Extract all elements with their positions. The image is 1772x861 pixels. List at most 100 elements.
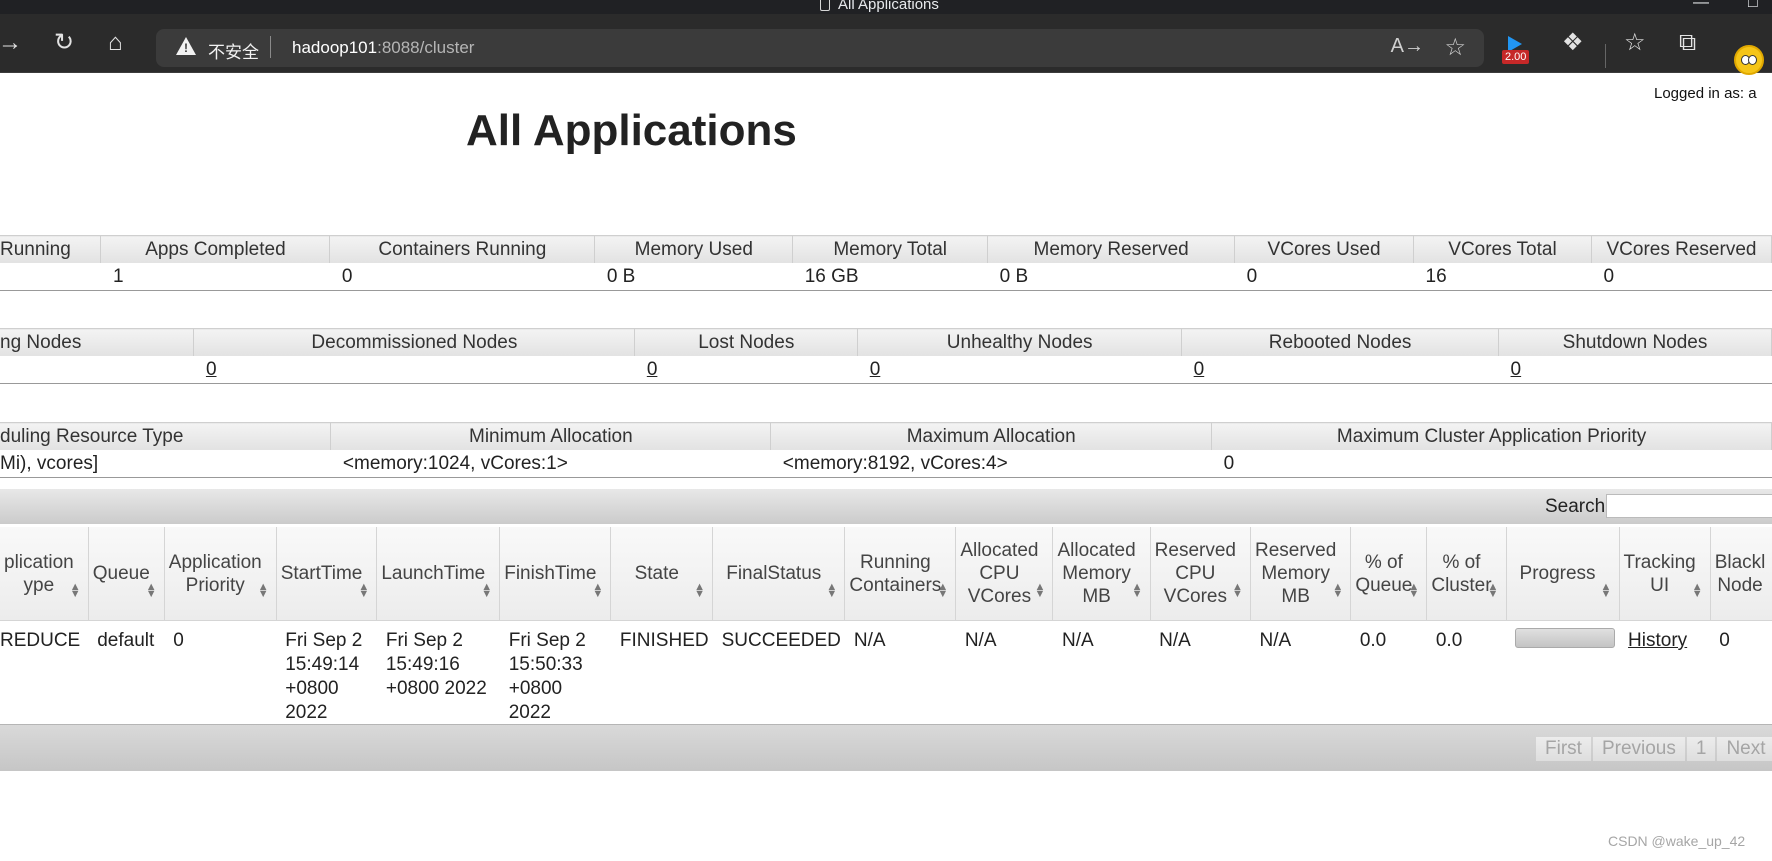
read-aloud-icon[interactable]: A→ [1391, 35, 1424, 58]
node-link-unhealthy[interactable]: 0 [857, 356, 1182, 384]
history-link[interactable]: History [1628, 630, 1687, 651]
node-link-lost[interactable]: 0 [634, 356, 858, 384]
pager-previous-button[interactable]: Previous [1592, 737, 1685, 761]
security-label[interactable]: 不安全 [208, 38, 259, 63]
node-metrics-table: ng Nodes Decommissioned Nodes Lost Nodes… [0, 328, 1772, 384]
pager-first-button[interactable]: First [1536, 737, 1591, 761]
add-favorite-icon[interactable]: ☆ [1444, 33, 1466, 62]
cell-application-type: REDUCE [0, 630, 81, 651]
scheduler-value-resource-type: Mi), vcores] [0, 450, 331, 478]
extensions-puzzle-icon[interactable]: ❖ [1562, 29, 1584, 57]
col-start-time[interactable]: StartTime [276, 527, 378, 621]
metric-value-vcores-used: 0 [1234, 263, 1414, 291]
cell-start-time: Fri Sep 2 15:49:14 +0800 2022 [285, 630, 363, 723]
minimize-icon[interactable]: — [1693, 0, 1709, 12]
cell-reserved-memory: N/A [1259, 630, 1292, 651]
metric-value-running [0, 263, 101, 291]
cluster-metrics-table: Running Apps Completed Containers Runnin… [0, 235, 1772, 291]
scheduler-value-max-priority: 0 [1211, 450, 1772, 478]
cell-tracking-ui: History [1619, 621, 1710, 730]
pager-page-1[interactable]: 1 [1686, 737, 1716, 761]
maximize-icon[interactable]: □ [1748, 0, 1758, 12]
cell-allocated-memory: N/A [1061, 630, 1094, 651]
url-text[interactable]: hadoop101:8088/cluster [292, 38, 474, 58]
warning-icon[interactable] [176, 37, 196, 55]
scheduler-header-min-allocation: Minimum Allocation [330, 422, 772, 450]
sort-icon[interactable] [1034, 584, 1044, 598]
node-header-lost: Lost Nodes [634, 328, 859, 356]
scheduler-header-resource-type: duling Resource Type [0, 422, 332, 450]
sort-icon[interactable] [258, 584, 268, 598]
sort-icon[interactable] [1692, 584, 1702, 598]
extension-button[interactable]: 2.00 [1502, 36, 1534, 66]
col-final-status[interactable]: FinalStatus [712, 527, 846, 621]
forward-icon[interactable]: → [0, 29, 22, 57]
col-progress[interactable]: Progress [1506, 527, 1620, 621]
cell-final-status: SUCCEEDED [721, 630, 841, 651]
scheduler-header-max-allocation: Maximum Allocation [770, 422, 1213, 450]
search-input[interactable] [1606, 494, 1772, 518]
sort-icon[interactable] [1332, 584, 1342, 598]
col-pct-queue[interactable]: % of Queue [1350, 527, 1428, 621]
node-link-decommissioned[interactable]: 0 [193, 356, 635, 384]
col-reserved-cpu[interactable]: Reserved CPU VCores [1150, 527, 1251, 621]
sort-icon[interactable] [1408, 584, 1418, 598]
col-queue[interactable]: Queue [88, 527, 165, 621]
metric-header-vcores-reserved: VCores Reserved [1591, 235, 1772, 263]
col-blacklisted-nodes[interactable]: Blackl Node [1710, 527, 1772, 621]
metric-value-containers-running: 0 [329, 263, 595, 291]
col-application-type[interactable]: plication ype [0, 527, 89, 621]
scheduler-header-max-priority: Maximum Cluster Application Priority [1211, 422, 1772, 450]
col-launch-time[interactable]: LaunchTime [376, 527, 501, 621]
sort-icon[interactable] [694, 584, 704, 598]
col-running-containers[interactable]: Running Containers [844, 527, 957, 621]
search-bar: Search: [0, 489, 1772, 524]
collections-icon[interactable]: ⧉ [1679, 29, 1696, 57]
cell-blacklisted-nodes: 0 [1719, 630, 1730, 651]
sort-icon[interactable] [481, 584, 491, 598]
sort-icon[interactable] [1132, 584, 1142, 598]
metric-header-memory-total: Memory Total [792, 235, 989, 263]
col-pct-cluster[interactable]: % of Cluster [1426, 527, 1507, 621]
sort-icon[interactable] [937, 584, 947, 598]
cell-progress [1506, 621, 1619, 730]
node-header-rebooted: Rebooted Nodes [1181, 328, 1500, 356]
sort-icon[interactable] [70, 584, 80, 598]
col-state[interactable]: State [610, 527, 714, 621]
cell-pct-cluster: 0.0 [1435, 630, 1463, 651]
sort-icon[interactable] [592, 584, 602, 598]
node-header-decommissioning: ng Nodes [0, 328, 195, 356]
sort-icon[interactable] [146, 584, 156, 598]
col-allocated-memory[interactable]: Allocated Memory MB [1052, 527, 1151, 621]
scheduler-metrics-table: duling Resource Type Minimum Allocation … [0, 422, 1772, 478]
sort-icon[interactable] [1232, 584, 1242, 598]
cell-state: FINISHED [619, 630, 709, 651]
node-header-unhealthy: Unhealthy Nodes [857, 328, 1183, 356]
node-link-rebooted[interactable]: 0 [1181, 356, 1499, 384]
scheduler-value-min-allocation: <memory:1024, vCores:1> [330, 450, 771, 478]
cell-priority: 0 [173, 630, 184, 651]
sort-icon[interactable] [1601, 584, 1611, 598]
cell-pct-queue: 0.0 [1359, 630, 1387, 651]
sort-icon[interactable] [358, 584, 368, 598]
col-finish-time[interactable]: FinishTime [499, 527, 612, 621]
reload-icon[interactable]: ↻ [54, 29, 74, 57]
metric-header-memory-reserved: Memory Reserved [987, 235, 1236, 263]
progress-bar [1515, 628, 1616, 648]
node-link-shutdown[interactable]: 0 [1498, 356, 1772, 384]
sort-icon[interactable] [1488, 584, 1498, 598]
col-allocated-cpu[interactable]: Allocated CPU VCores [955, 527, 1054, 621]
window-title: All Applications [820, 0, 939, 13]
col-reserved-memory[interactable]: Reserved Memory MB [1250, 527, 1352, 621]
col-tracking-ui[interactable]: Tracking UI [1619, 527, 1711, 621]
favorites-icon[interactable]: ☆ [1624, 29, 1646, 57]
home-icon[interactable]: ⌂ [108, 29, 123, 57]
pager-next-button[interactable]: Next [1717, 737, 1772, 761]
col-application-priority[interactable]: Application Priority [164, 527, 277, 621]
sort-icon[interactable] [826, 584, 836, 598]
metric-value-apps-completed: 1 [100, 263, 330, 291]
applications-table: plication ype Queue Application Priority… [0, 527, 1772, 729]
metric-value-vcores-total: 16 [1413, 263, 1592, 291]
address-bar[interactable]: 不安全 hadoop101:8088/cluster A→ ☆ [156, 29, 1484, 67]
profile-avatar[interactable] [1734, 45, 1764, 75]
